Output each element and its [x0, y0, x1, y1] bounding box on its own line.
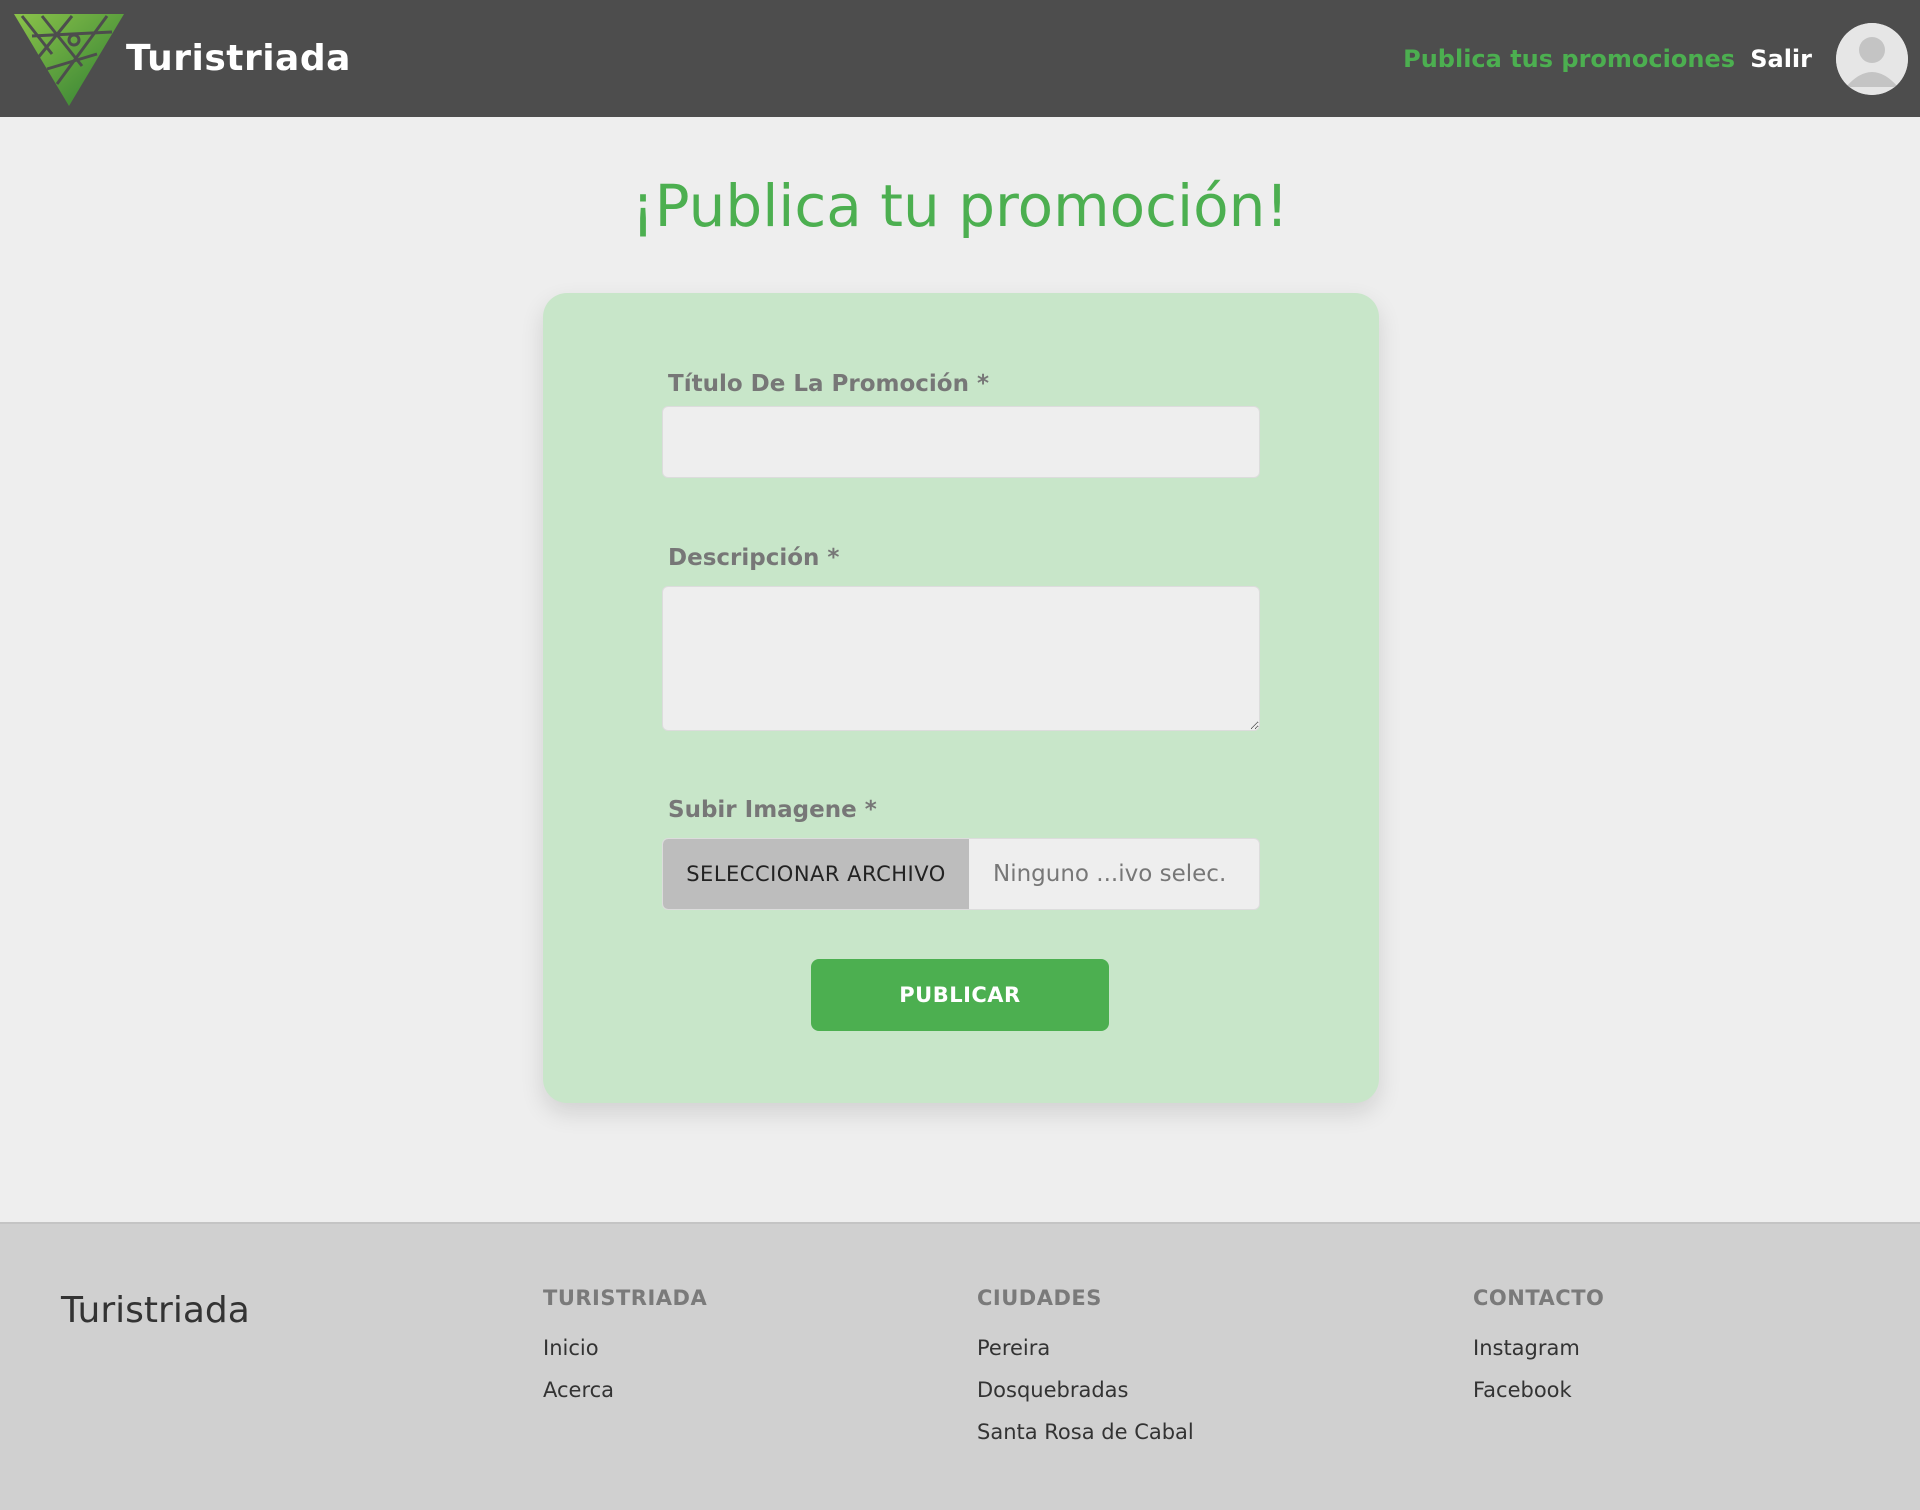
- page-title: ¡Publica tu promoción!: [631, 172, 1289, 240]
- brand-name[interactable]: Turistriada: [126, 38, 351, 79]
- top-navbar: Turistriada Publica tus promociones Sali…: [0, 0, 1920, 117]
- footer-link-instagram[interactable]: Instagram: [1473, 1336, 1604, 1360]
- nav-link-logout[interactable]: Salir: [1750, 45, 1812, 73]
- footer-link-santa-rosa[interactable]: Santa Rosa de Cabal: [977, 1420, 1194, 1444]
- file-status-text: Ninguno ...ivo selec.: [993, 861, 1227, 887]
- footer-link-inicio[interactable]: Inicio: [543, 1336, 707, 1360]
- footer-column-ciudades: CIUDADES Pereira Dosquebradas Santa Rosa…: [977, 1286, 1194, 1462]
- footer-link-pereira[interactable]: Pereira: [977, 1336, 1194, 1360]
- title-field-label: Título De La Promoción *: [668, 371, 990, 397]
- nav-link-publish-promotions[interactable]: Publica tus promociones: [1403, 45, 1735, 73]
- footer-column-contacto: CONTACTO Instagram Facebook: [1473, 1286, 1604, 1420]
- description-field-label: Descripción *: [668, 545, 840, 571]
- footer-link-facebook[interactable]: Facebook: [1473, 1378, 1604, 1402]
- footer-link-dosquebradas[interactable]: Dosquebradas: [977, 1378, 1194, 1402]
- footer-column-turistriada: TURISTRIADA Inicio Acerca: [543, 1286, 707, 1420]
- promotion-title-input[interactable]: [662, 406, 1260, 478]
- image-upload-label: Subir Imagene *: [668, 797, 877, 823]
- image-file-input[interactable]: SELECCIONAR ARCHIVO Ninguno ...ivo selec…: [662, 838, 1260, 910]
- footer-brand: Turistriada: [61, 1290, 250, 1331]
- footer-link-acerca[interactable]: Acerca: [543, 1378, 707, 1402]
- promotion-description-textarea[interactable]: [662, 586, 1260, 731]
- footer-heading: CIUDADES: [977, 1286, 1102, 1310]
- user-avatar-icon[interactable]: [1836, 23, 1908, 95]
- select-file-button[interactable]: SELECCIONAR ARCHIVO: [663, 839, 969, 909]
- publish-button[interactable]: PUBLICAR: [811, 959, 1109, 1031]
- footer: Turistriada TURISTRIADA Inicio Acerca CI…: [0, 1222, 1920, 1510]
- turistriada-logo-icon[interactable]: [12, 14, 126, 106]
- footer-heading: CONTACTO: [1473, 1286, 1605, 1310]
- footer-heading: TURISTRIADA: [543, 1286, 708, 1310]
